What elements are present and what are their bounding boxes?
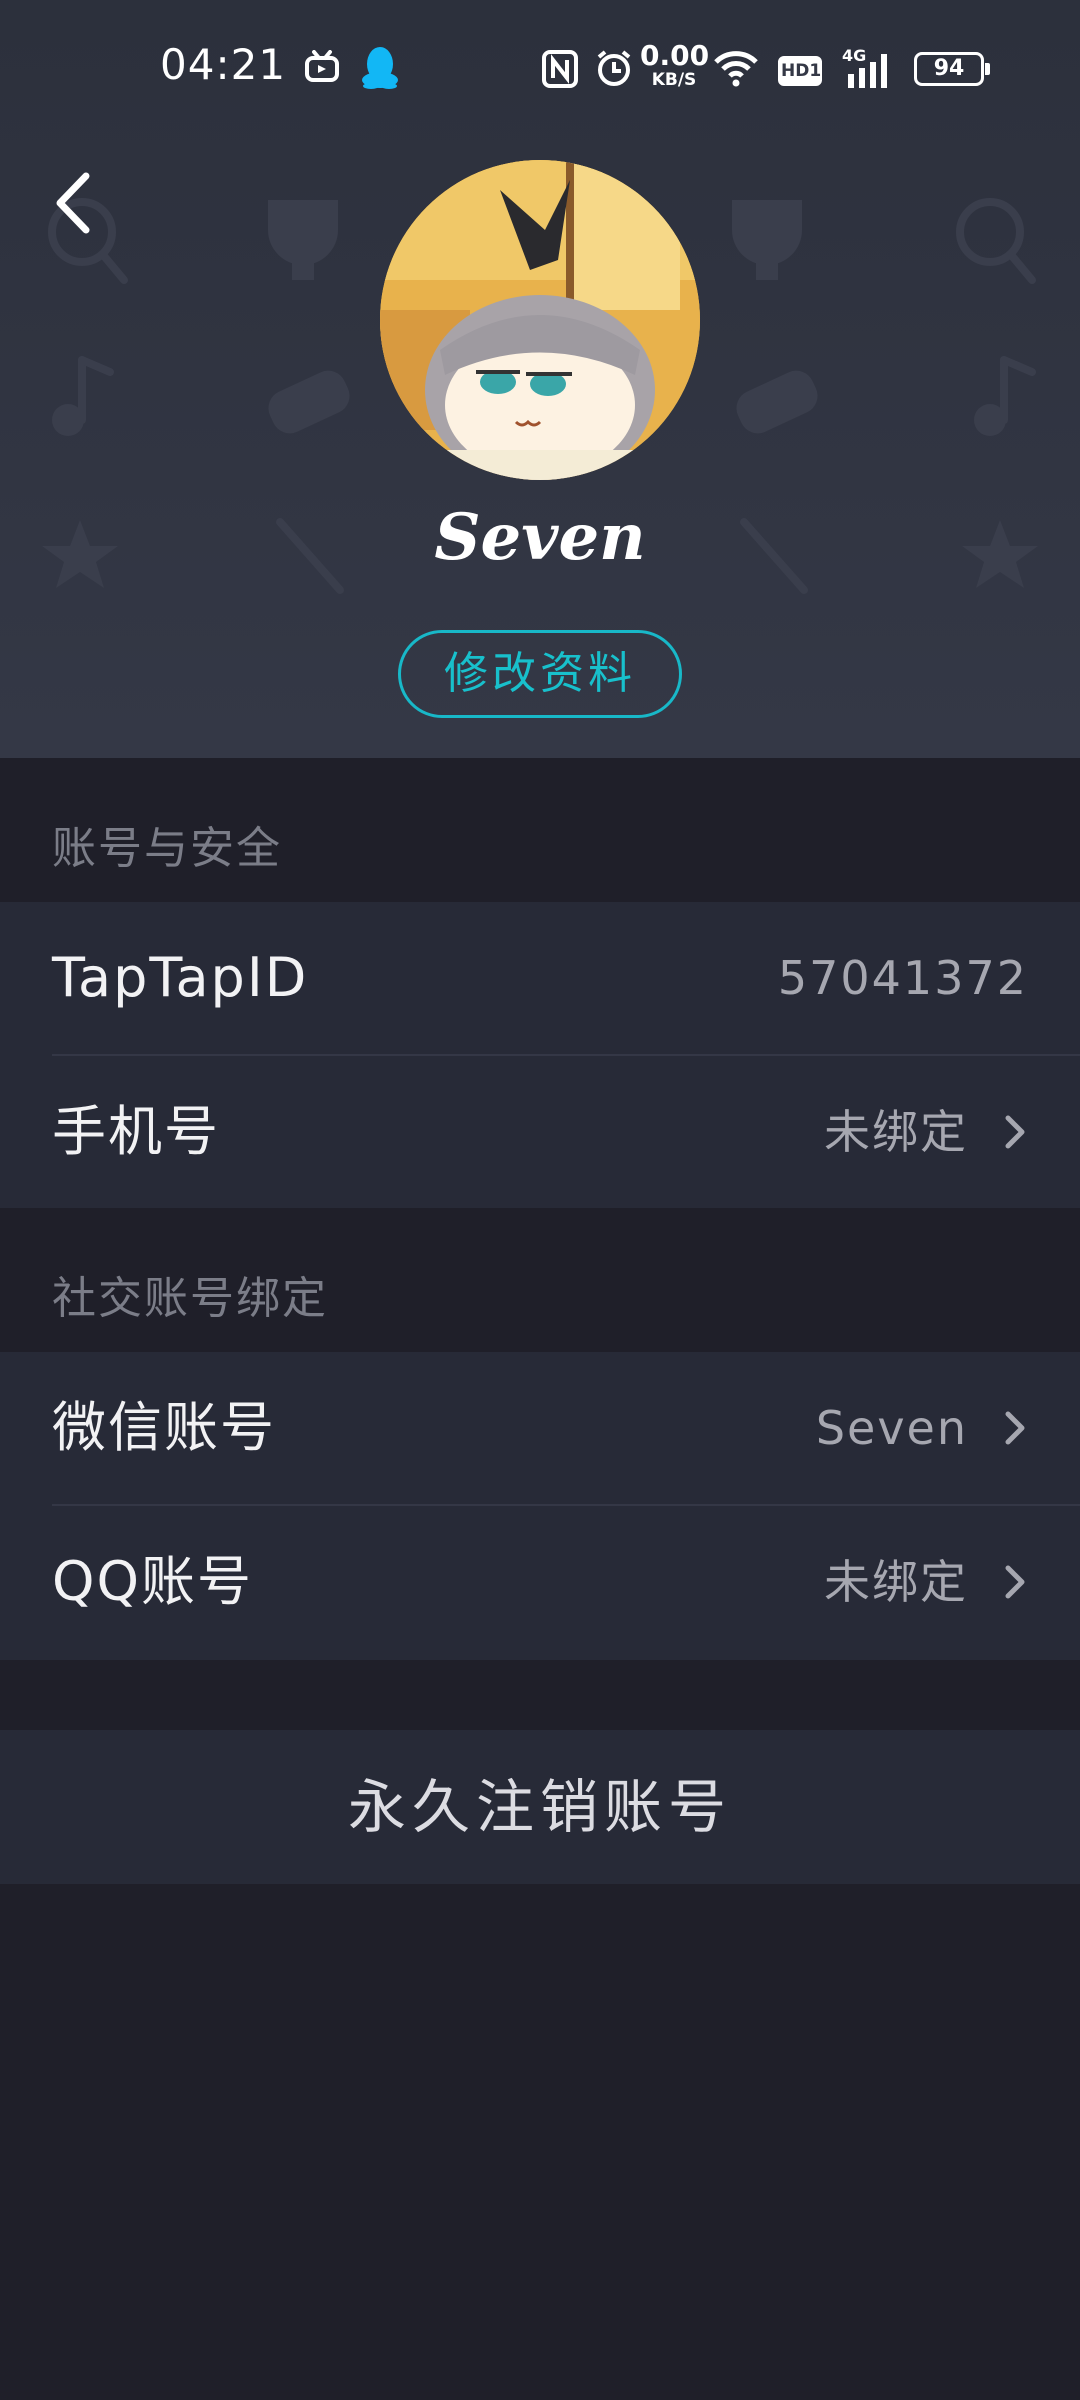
row-taptap-id: TapTapID 57041372 (0, 902, 1080, 1054)
network-speed-unit: KB/S (651, 70, 697, 90)
delete-account-button[interactable]: 永久注销账号 (0, 1730, 1080, 1884)
social-binding-card: 微信账号 Seven QQ账号 未绑定 (0, 1352, 1080, 1660)
battery-level: 94 (933, 56, 965, 81)
account-security-card: TapTapID 57041372 手机号 未绑定 (0, 902, 1080, 1208)
row-label: 微信账号 (52, 1396, 276, 1459)
qq-value: 未绑定 (824, 1555, 968, 1609)
row-wechat[interactable]: 微信账号 Seven (0, 1352, 1080, 1504)
chevron-right-icon (1005, 1411, 1025, 1445)
signal-icon (848, 54, 887, 88)
chevron-right-icon (1005, 1115, 1025, 1149)
network-speed-value: 0.00 (640, 39, 710, 72)
row-label: TapTapID (52, 946, 309, 1009)
row-label: QQ账号 (52, 1550, 254, 1613)
section-title-social-binding: 社交账号绑定 (52, 1273, 328, 1324)
status-bar: 04:21 0.00 KB/S HD1 4G 94 (0, 0, 1080, 140)
taptap-id-value: 57041372 (777, 951, 1028, 1005)
edit-profile-button[interactable]: 修改资料 (398, 630, 682, 718)
username: Seven (434, 500, 646, 575)
back-arrow-icon[interactable] (46, 168, 102, 238)
hd-badge-label: HD1 (781, 61, 822, 81)
phone-value: 未绑定 (824, 1105, 968, 1159)
nfc-icon (542, 50, 578, 88)
network-speed: 0.00 KB/S (640, 39, 710, 90)
battery-icon: 94 (914, 52, 990, 86)
status-time: 04:21 (160, 40, 287, 89)
chevron-right-icon (1005, 1565, 1025, 1599)
hd-badge: HD1 (778, 56, 822, 86)
row-qq[interactable]: QQ账号 未绑定 (0, 1506, 1080, 1658)
row-label: 手机号 (52, 1100, 220, 1163)
alarm-icon (597, 50, 631, 86)
tv-app-icon (305, 50, 339, 82)
section-title-account-security: 账号与安全 (52, 823, 282, 874)
profile-header: 04:21 0.00 KB/S HD1 4G 94 Seven 修改资料 (0, 0, 1080, 758)
avatar-image (380, 160, 700, 480)
avatar[interactable] (380, 160, 700, 480)
row-phone[interactable]: 手机号 未绑定 (0, 1056, 1080, 1208)
qq-penguin-icon (362, 47, 398, 89)
wechat-value: Seven (815, 1401, 968, 1455)
wifi-icon (714, 51, 758, 87)
